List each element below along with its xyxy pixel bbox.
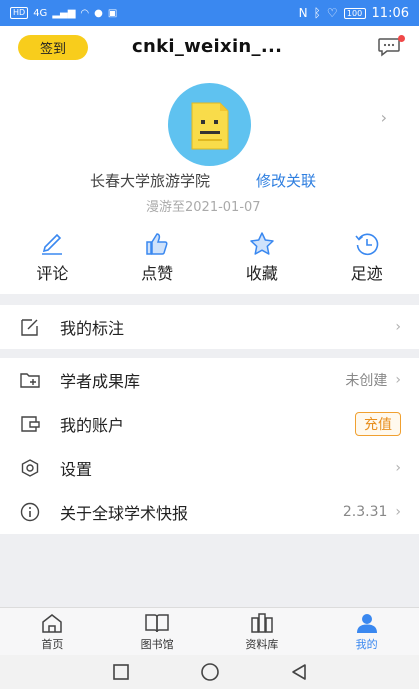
topup-button[interactable]: 充值 xyxy=(355,412,401,436)
stat-label: 足迹 xyxy=(350,264,383,283)
menu-item-scholar-library[interactable]: 学者成果库 未创建 › xyxy=(0,358,419,402)
chevron-right-icon: › xyxy=(395,504,401,520)
tab-label: 首页 xyxy=(41,637,64,651)
image-notification-icon: ▣ xyxy=(107,7,118,19)
annotate-icon xyxy=(18,315,42,339)
stats-row: 评论 点赞 收藏 足迹 xyxy=(0,231,419,291)
menu-label: 学者成果库 xyxy=(60,372,141,391)
stat-label: 收藏 xyxy=(245,264,278,283)
menu-item-account[interactable]: 我的账户 充值 xyxy=(0,402,419,446)
version-text: 2.3.31 xyxy=(342,504,388,520)
thumbs-up-icon xyxy=(146,233,168,255)
database-icon xyxy=(251,612,273,633)
settings-icon xyxy=(18,456,42,480)
signal-icon: ▂▄▆ xyxy=(52,7,76,19)
home-icon xyxy=(42,613,63,633)
home-button-icon[interactable] xyxy=(200,662,220,682)
avatar-document-icon xyxy=(191,102,229,150)
network-badge: 4G xyxy=(33,7,48,19)
folder-add-icon xyxy=(18,368,42,392)
location-icon: ♡ xyxy=(326,6,338,20)
bluetooth-icon: ᛒ xyxy=(313,6,321,20)
nfc-icon: N xyxy=(298,6,308,20)
tab-library[interactable]: 图书馆 xyxy=(105,608,210,655)
status-bar: HD 4G ▂▄▆ ◠ ● ▣ N ᛒ ♡ 100 11:06 xyxy=(0,0,419,26)
institution-name: 长春大学旅游学院 xyxy=(90,172,211,190)
system-nav-bar xyxy=(0,655,419,689)
menu-label: 设置 xyxy=(60,460,93,479)
back-icon[interactable] xyxy=(290,663,308,681)
avatar[interactable] xyxy=(168,83,251,166)
app-notification-icon: ● xyxy=(94,7,103,19)
unread-dot xyxy=(398,35,405,42)
stat-label: 评论 xyxy=(36,264,69,283)
wifi-icon: ◠ xyxy=(80,7,90,19)
tab-database[interactable]: 资料库 xyxy=(210,608,315,655)
menu-label: 关于全球学术快报 xyxy=(60,504,189,523)
roam-expiry: 漫游至2021-01-07 xyxy=(146,200,261,215)
tab-label: 资料库 xyxy=(245,637,279,651)
clock: 11:06 xyxy=(371,5,409,21)
menu-item-settings[interactable]: 设置 › xyxy=(0,446,419,490)
chevron-right-icon: › xyxy=(395,319,401,335)
stat-label: 点赞 xyxy=(141,264,174,283)
battery-icon: 100 xyxy=(343,7,366,19)
recent-apps-icon[interactable] xyxy=(112,663,130,681)
tab-home[interactable]: 首页 xyxy=(0,608,105,655)
star-icon xyxy=(250,232,274,255)
not-created-status: 未创建 xyxy=(345,373,388,389)
menu-label: 我的账户 xyxy=(60,416,125,435)
stat-history[interactable]: 足迹 xyxy=(314,231,419,291)
chevron-right-icon: › xyxy=(395,460,401,476)
stat-favorites[interactable]: 收藏 xyxy=(210,231,315,291)
menu-item-annotations[interactable]: 我的标注 › xyxy=(0,305,419,349)
info-icon xyxy=(18,500,42,524)
tab-label: 图书馆 xyxy=(140,637,174,651)
tab-label: 我的 xyxy=(355,637,378,651)
profile-chevron-right-icon[interactable]: › xyxy=(381,108,387,127)
library-icon xyxy=(145,613,169,632)
menu-item-about[interactable]: 关于全球学术快报 2.3.31 › xyxy=(0,490,419,534)
wallet-icon xyxy=(18,412,42,436)
hd-badge: HD xyxy=(10,7,29,19)
bottom-tab-bar: 首页 图书馆 资料库 我的 xyxy=(0,607,419,655)
profile-section: 签到 cnki_weixin_... › 长春大学旅游学院 修改关联 漫游至20… xyxy=(0,26,419,294)
stat-comments[interactable]: 评论 xyxy=(0,231,105,291)
modify-association-link[interactable]: 修改关联 xyxy=(256,170,316,191)
history-icon xyxy=(355,233,378,256)
pencil-icon xyxy=(42,233,63,255)
user-icon xyxy=(356,613,377,633)
stat-likes[interactable]: 点赞 xyxy=(105,231,210,291)
tab-mine[interactable]: 我的 xyxy=(314,608,419,655)
menu-label: 我的标注 xyxy=(60,319,125,338)
menu-group-main: 学者成果库 未创建 › 我的账户 充值 设置 › 关于全球学术快报 2.3.31… xyxy=(0,358,419,534)
checkin-button[interactable]: 签到 xyxy=(18,35,88,60)
chevron-right-icon: › xyxy=(395,372,401,388)
username: cnki_weixin_... xyxy=(132,36,283,57)
menu-group-annotations: 我的标注 › xyxy=(0,305,419,349)
